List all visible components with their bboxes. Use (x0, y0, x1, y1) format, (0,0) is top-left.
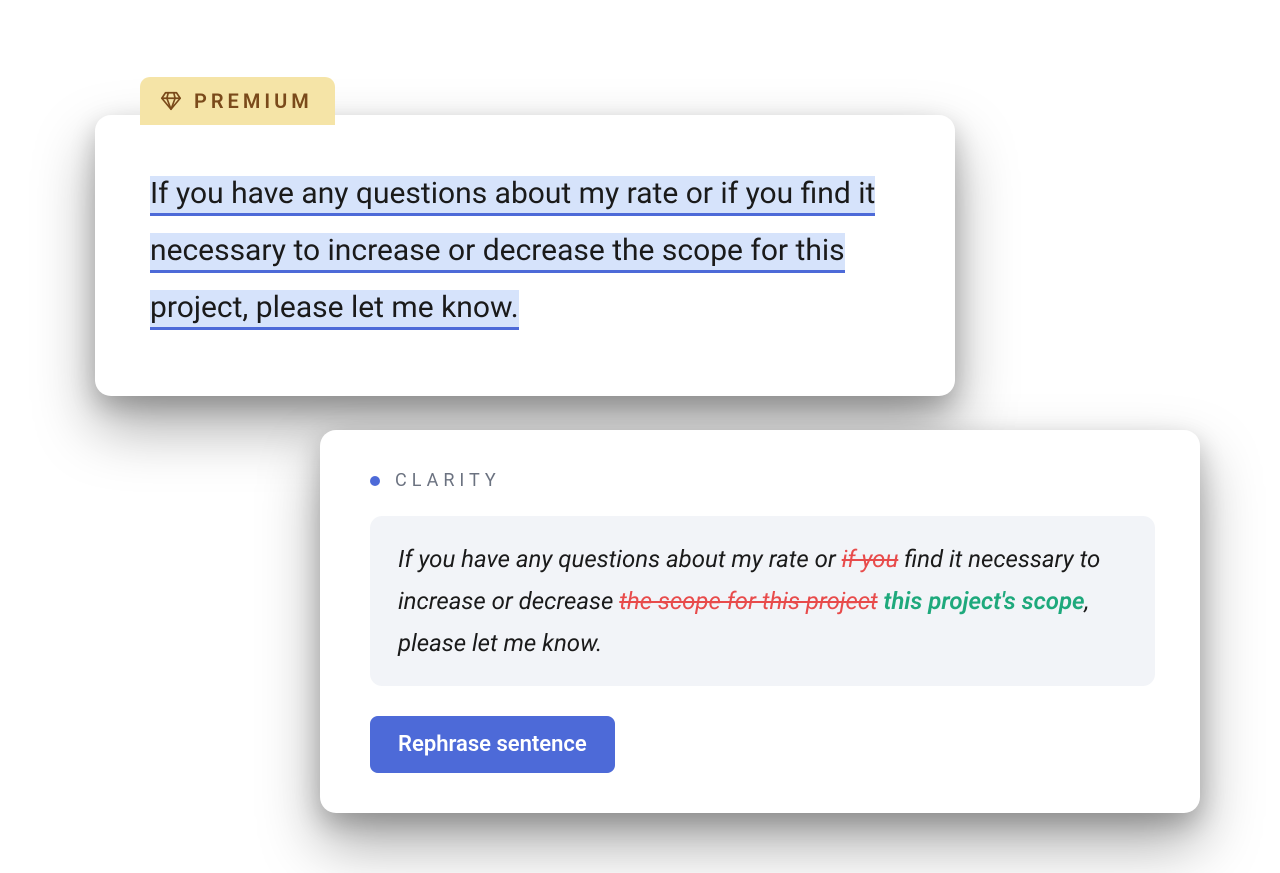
category-dot-icon (370, 476, 380, 486)
suggestion-card: CLARITY If you have any questions about … (320, 430, 1200, 813)
strike-text: if you (842, 545, 899, 573)
strike-text: the scope for this project (619, 587, 877, 615)
premium-badge: PREMIUM (140, 77, 335, 125)
diamond-icon (160, 90, 182, 112)
editor-text[interactable]: If you have any questions about my rate … (150, 165, 900, 336)
rephrase-button[interactable]: Rephrase sentence (370, 716, 615, 773)
added-text: this project's scope (884, 587, 1085, 615)
premium-label: PREMIUM (194, 89, 313, 113)
highlighted-sentence[interactable]: If you have any questions about my rate … (150, 176, 875, 330)
suggestion-part: If you have any questions about my rate … (398, 545, 842, 573)
suggestion-text: If you have any questions about my rate … (370, 516, 1155, 686)
category-label: CLARITY (395, 470, 501, 491)
suggestion-header: CLARITY (370, 470, 1155, 491)
editor-card: If you have any questions about my rate … (95, 115, 955, 396)
